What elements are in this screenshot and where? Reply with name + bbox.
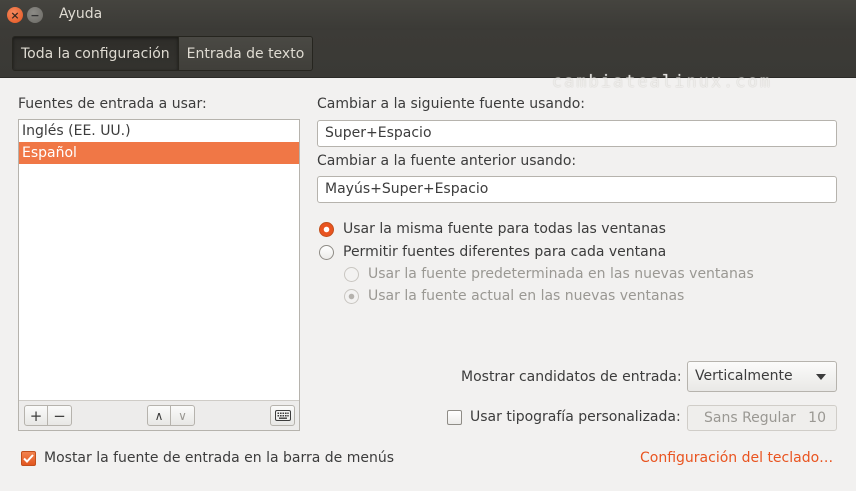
window-title: Ayuda xyxy=(59,6,103,22)
add-remove-group: + − xyxy=(24,405,72,426)
sources-label: Fuentes de entrada a usar: xyxy=(18,96,207,112)
show-in-menubar-label: Mostar la fuente de entrada en la barra … xyxy=(44,450,395,466)
show-in-menubar-checkbox[interactable] xyxy=(21,450,36,466)
prev-source-label: Cambiar a la fuente anterior usando: xyxy=(317,153,577,169)
close-button[interactable]: × xyxy=(7,7,23,23)
radio-different-sources[interactable]: Permitir fuentes diferentes para cada ve… xyxy=(319,244,666,260)
keyboard-layout-group xyxy=(270,405,295,426)
radio-same-source[interactable]: Usar la misma fuente para todas las vent… xyxy=(319,221,666,237)
tab-text-entry[interactable]: Entrada de texto xyxy=(178,37,313,70)
next-source-shortcut-field[interactable]: Super+Espacio xyxy=(317,120,837,147)
tab-all-settings[interactable]: Toda la configuración xyxy=(13,37,179,70)
move-down-button[interactable]: ∨ xyxy=(171,406,194,425)
font-chooser-button: Sans Regular 10 xyxy=(687,405,837,431)
chevron-down-icon xyxy=(816,374,826,380)
radio-button[interactable] xyxy=(319,244,334,260)
list-item[interactable]: Inglés (EE. UU.) xyxy=(19,120,299,142)
minimize-icon: − xyxy=(30,8,40,22)
next-source-label: Cambiar a la siguiente fuente usando: xyxy=(317,96,586,112)
title-bar: × − Ayuda xyxy=(0,0,856,30)
checkmark-icon xyxy=(23,453,34,463)
move-group: ∧ ∨ xyxy=(147,405,195,426)
watermark: cambiatealinux.com xyxy=(551,72,772,92)
font-name: Sans Regular xyxy=(704,410,796,426)
toolbar: Toda la configuración Entrada de texto xyxy=(0,30,856,78)
radio-default-source: Usar la fuente predeterminada en las nue… xyxy=(344,266,754,282)
list-toolbar: + − ∧ ∨ xyxy=(19,400,299,430)
prev-source-shortcut-field[interactable]: Mayús+Super+Espacio xyxy=(317,176,837,203)
candidates-orientation-select[interactable]: Verticalmente xyxy=(687,361,837,392)
list-item[interactable]: Español xyxy=(19,142,299,164)
input-sources-list: Inglés (EE. UU.) Español + − ∧ ∨ xyxy=(18,119,300,431)
radio-label: Usar la fuente predeterminada en las nue… xyxy=(368,266,754,282)
close-icon: × xyxy=(10,8,20,22)
add-source-button[interactable]: + xyxy=(25,406,48,425)
radio-button[interactable] xyxy=(319,221,334,237)
move-up-button[interactable]: ∧ xyxy=(148,406,171,425)
keyboard-layout-button[interactable] xyxy=(271,406,294,425)
radio-label: Usar la fuente actual en las nuevas vent… xyxy=(368,288,685,304)
keyboard-icon xyxy=(274,410,291,421)
combo-value: Verticalmente xyxy=(695,368,793,384)
show-in-menubar-toggle[interactable]: Mostar la fuente de entrada en la barra … xyxy=(21,450,394,466)
radio-label: Permitir fuentes diferentes para cada ve… xyxy=(343,244,667,260)
radio-current-source: Usar la fuente actual en las nuevas vent… xyxy=(344,288,684,304)
radio-button xyxy=(344,266,359,282)
font-size: 10 xyxy=(808,410,826,426)
minimize-button[interactable]: − xyxy=(27,7,43,23)
radio-label: Usar la misma fuente para todas las vent… xyxy=(343,221,666,237)
custom-font-toggle[interactable]: Usar tipografía personalizada: xyxy=(447,409,681,425)
custom-font-checkbox[interactable] xyxy=(447,409,462,425)
keyboard-settings-link[interactable]: Configuración del teclado… xyxy=(640,450,833,466)
radio-button xyxy=(344,288,359,304)
remove-source-button[interactable]: − xyxy=(48,406,71,425)
candidates-label: Mostrar candidatos de entrada: xyxy=(461,369,682,385)
tab-bar: Toda la configuración Entrada de texto xyxy=(12,36,314,71)
custom-font-label: Usar tipografía personalizada: xyxy=(470,409,681,425)
